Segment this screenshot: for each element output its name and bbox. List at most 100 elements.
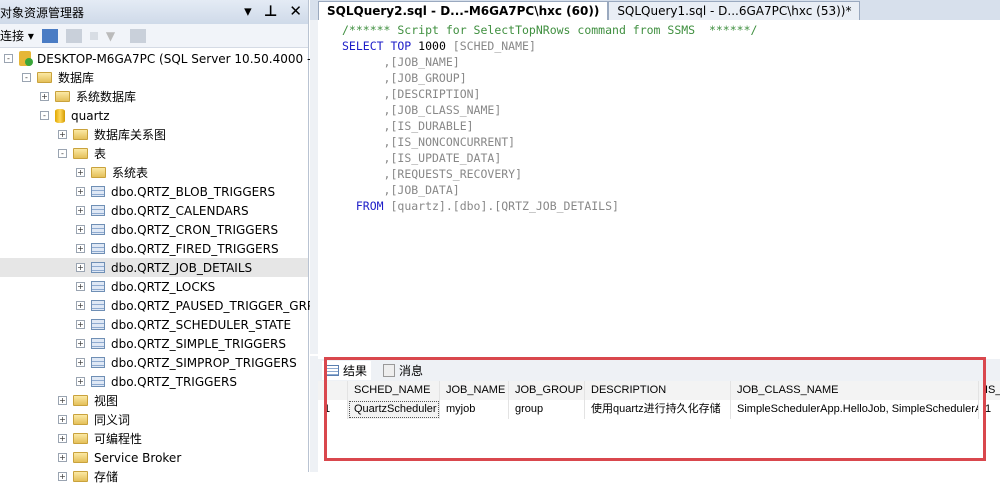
- tree-item[interactable]: + dbo.QRTZ_FIRED_TRIGGERS: [0, 239, 308, 258]
- tree-item-label: 表: [94, 147, 107, 161]
- tree-item[interactable]: + dbo.QRTZ_CALENDARS: [0, 201, 308, 220]
- code-line: ,[JOB_NAME]: [318, 54, 1000, 70]
- tree-item[interactable]: -表: [0, 144, 308, 163]
- tree-item[interactable]: + dbo.QRTZ_PAUSED_TRIGGER_GRPS: [0, 296, 322, 315]
- expand-icon[interactable]: +: [76, 339, 85, 348]
- tree-item[interactable]: + dbo.QRTZ_CRON_TRIGGERS: [0, 220, 308, 239]
- object-tree: - DESKTOP-M6GA7PC (SQL Server 10.50.4000 …: [0, 49, 463, 486]
- expand-icon[interactable]: +: [76, 358, 85, 367]
- tree-item-label: Service Broker: [94, 450, 182, 465]
- server-icon: [19, 51, 33, 66]
- db-icon: [55, 108, 65, 123]
- expand-icon[interactable]: +: [58, 434, 67, 443]
- dropdown-icon[interactable]: ▾: [244, 2, 252, 20]
- tree-item-label: dbo.QRTZ_FIRED_TRIGGERS: [111, 241, 279, 256]
- folder-icon: [73, 129, 88, 140]
- tree-item[interactable]: + dbo.QRTZ_SIMPROP_TRIGGERS: [0, 353, 308, 372]
- expand-icon[interactable]: +: [76, 320, 85, 329]
- expand-icon[interactable]: +: [76, 377, 85, 386]
- code-line: /****** Script for SelectTopNRows comman…: [318, 22, 1000, 38]
- tree-item[interactable]: + dbo.QRTZ_SCHEDULER_STATE: [0, 315, 308, 334]
- expand-icon[interactable]: +: [58, 472, 67, 481]
- tree-item[interactable]: - 数据库: [0, 68, 308, 87]
- code-line: ,[JOB_DATA]: [318, 182, 1000, 198]
- tree-item-label: dbo.QRTZ_JOB_DETAILS: [111, 260, 253, 275]
- table-icon: [91, 300, 105, 311]
- expand-icon[interactable]: +: [58, 130, 67, 139]
- tree-item[interactable]: - DESKTOP-M6GA7PC (SQL Server 10.50.4000 …: [0, 49, 463, 68]
- tree-item[interactable]: + 存储: [0, 467, 308, 486]
- collapse-icon[interactable]: -: [58, 149, 67, 158]
- tree-item[interactable]: + 视图: [0, 391, 308, 410]
- tree-item-label: dbo.QRTZ_CALENDARS: [111, 203, 249, 218]
- code-token: ,[JOB_GROUP]: [383, 71, 467, 85]
- filter-icon[interactable]: ▼: [106, 29, 122, 43]
- expand-icon[interactable]: +: [76, 244, 85, 253]
- highlight-box: [324, 357, 986, 461]
- pin-icon[interactable]: ⊥: [264, 2, 278, 20]
- tree-item[interactable]: + dbo.QRTZ_SIMPLE_TRIGGERS: [0, 334, 308, 353]
- stop-icon[interactable]: [89, 31, 98, 40]
- folder-icon: [73, 395, 88, 406]
- folder-icon: [91, 167, 106, 178]
- tree-item[interactable]: + Service Broker: [0, 448, 308, 467]
- tree-item[interactable]: + 可编程性: [0, 429, 308, 448]
- tree-item[interactable]: + dbo.QRTZ_JOB_DETAILS: [0, 258, 308, 277]
- expand-icon[interactable]: +: [40, 92, 49, 101]
- document-tab[interactable]: SQLQuery1.sql - D...6GA7PC\hxc (53))*: [608, 1, 861, 20]
- expand-icon[interactable]: +: [76, 206, 85, 215]
- object-explorer-title-bar: 对象资源管理器 ▾ ⊥ ✕: [0, 0, 308, 24]
- expand-icon[interactable]: +: [76, 282, 85, 291]
- code-line: FROM [quartz].[dbo].[QRTZ_JOB_DETAILS]: [318, 198, 1000, 214]
- folder-icon: [73, 471, 88, 482]
- table-icon: [91, 319, 105, 330]
- table-icon: [91, 281, 105, 292]
- expand-icon[interactable]: +: [76, 301, 85, 310]
- code-line: SELECT TOP 1000 [SCHED_NAME]: [318, 38, 1000, 54]
- expand-icon[interactable]: +: [76, 168, 85, 177]
- refresh-icon[interactable]: [129, 28, 146, 43]
- expand-icon[interactable]: +: [76, 263, 85, 272]
- expand-icon[interactable]: +: [58, 415, 67, 424]
- disconnect-icon[interactable]: [65, 28, 82, 43]
- code-line: ,[IS_DURABLE]: [318, 118, 1000, 134]
- collapse-icon[interactable]: -: [40, 111, 49, 120]
- tree-item[interactable]: - quartz: [0, 106, 308, 125]
- query-area: SQLQuery2.sql - D...-M6GA7PC\hxc (60)) SQ…: [310, 0, 1000, 472]
- tree-item[interactable]: + 系统数据库: [0, 87, 308, 106]
- close-icon[interactable]: ✕: [289, 2, 302, 20]
- tree-item[interactable]: + dbo.QRTZ_BLOB_TRIGGERS: [0, 182, 308, 201]
- tree-item[interactable]: + 同义词: [0, 410, 308, 429]
- connect-button[interactable]: 连接 ▾: [0, 27, 34, 44]
- tree-item-label: 视图: [94, 394, 119, 408]
- expand-icon[interactable]: +: [58, 453, 67, 462]
- document-tab[interactable]: SQLQuery2.sql - D...-M6GA7PC\hxc (60)): [318, 1, 609, 20]
- collapse-icon[interactable]: -: [4, 54, 13, 63]
- tree-item-label: dbo.QRTZ_SIMPLE_TRIGGERS: [111, 336, 286, 351]
- expand-icon[interactable]: +: [76, 225, 85, 234]
- tree-item-label: 可编程性: [94, 432, 143, 446]
- code-line: ,[DESCRIPTION]: [318, 86, 1000, 102]
- tree-item-label: dbo.QRTZ_PAUSED_TRIGGER_GRPS: [111, 298, 322, 313]
- tree-item-label: 数据库关系图: [94, 128, 167, 142]
- tree-item-label: 同义词: [94, 413, 131, 427]
- sql-editor[interactable]: /****** Script for SelectTopNRows comman…: [310, 20, 1000, 354]
- results-pane: 结果 消息 SCHED_NAME JOB_NAME JOB_GROUP DESCRIP…: [310, 356, 1000, 472]
- collapse-icon[interactable]: -: [22, 73, 31, 82]
- tree-item[interactable]: + 数据库关系图: [0, 125, 308, 144]
- expand-icon[interactable]: +: [76, 187, 85, 196]
- tree-item[interactable]: + 系统表: [0, 163, 308, 182]
- tree-item-label: dbo.QRTZ_SCHEDULER_STATE: [111, 317, 292, 332]
- connect-object-icon[interactable]: [41, 28, 58, 43]
- tree-item[interactable]: + dbo.QRTZ_LOCKS: [0, 277, 308, 296]
- expand-icon[interactable]: +: [58, 396, 67, 405]
- code-line: ,[IS_UPDATE_DATA]: [318, 150, 1000, 166]
- folder-icon: [37, 72, 52, 83]
- tree-item[interactable]: + dbo.QRTZ_TRIGGERS: [0, 372, 308, 391]
